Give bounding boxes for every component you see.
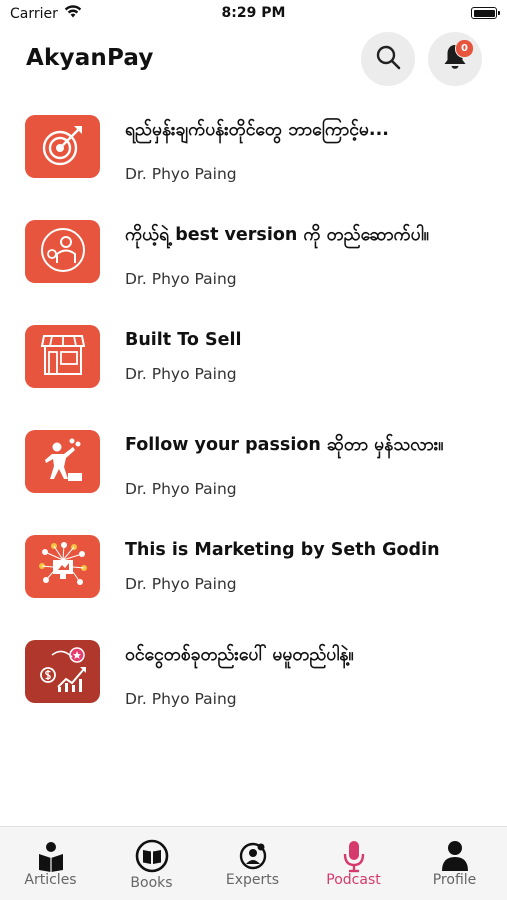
- podcast-title: ရည်မှန်းချက်ပန်းတိုင်တွေ ဘာကြောင့်မ...: [125, 120, 389, 140]
- list-item[interactable]: Built To Sell Dr. Phyo Paing: [0, 310, 507, 400]
- status-time: 8:29 PM: [221, 5, 286, 21]
- list-item[interactable]: ရည်မှန်းချက်ပန်းတိုင်တွေ ဘာကြောင့်မ... D…: [0, 100, 507, 190]
- book-icon: [101, 839, 202, 873]
- podcast-title: Follow your passion ဆိုတာ မှန်သလား။: [125, 435, 444, 455]
- tab-label: Podcast: [326, 872, 381, 888]
- tab-articles[interactable]: Articles: [0, 827, 101, 900]
- tab-label: Books: [130, 875, 173, 891]
- battery-icon: [471, 7, 500, 19]
- podcast-thumbnail: [25, 325, 100, 388]
- podcast-thumbnail: [25, 430, 100, 493]
- podcast-thumbnail: [25, 220, 100, 283]
- podcast-thumbnail: [25, 535, 100, 598]
- search-icon: [375, 44, 401, 74]
- list-item[interactable]: This is Marketing by Seth Godin Dr. Phyo…: [0, 520, 507, 610]
- podcast-author: Dr. Phyo Paing: [125, 690, 237, 708]
- person-icon: [404, 839, 505, 873]
- podcast-title: ကိုယ့်ရဲ့ best version ကို တည်ဆောက်ပါ။: [125, 225, 429, 245]
- list-item[interactable]: Follow your passion ဆိုတာ မှန်သလား။ Dr. …: [0, 415, 507, 505]
- tab-profile[interactable]: Profile: [404, 827, 505, 900]
- podcast-author: Dr. Phyo Paing: [125, 270, 237, 288]
- podcast-title: This is Marketing by Seth Godin: [125, 540, 440, 560]
- search-button[interactable]: [361, 32, 415, 86]
- podcast-author: Dr. Phyo Paing: [125, 165, 237, 183]
- podcast-author: Dr. Phyo Paing: [125, 575, 237, 593]
- expert-icon: [202, 839, 303, 873]
- podcast-author: Dr. Phyo Paing: [125, 365, 237, 383]
- tab-bar: Articles Books Experts Podcast Profile: [0, 826, 507, 900]
- tab-podcast[interactable]: Podcast: [303, 827, 404, 900]
- podcast-author: Dr. Phyo Paing: [125, 480, 237, 498]
- tab-books[interactable]: Books: [101, 827, 202, 900]
- podcast-thumbnail: [25, 640, 100, 703]
- notification-badge: 0: [455, 39, 474, 58]
- podcast-thumbnail: [25, 115, 100, 178]
- marketing-network-icon: [36, 540, 90, 594]
- tab-label: Profile: [432, 872, 477, 888]
- list-item[interactable]: ဝင်ငွေတစ်ခုတည်းပေါ် မမူတည်ပါနဲ့။ Dr. Phy…: [0, 625, 507, 715]
- podcast-screen: Carrier 8:29 PM AkyanPay 0 ရည်မှန်းချက်ပ…: [0, 0, 507, 900]
- tab-label: Experts: [225, 872, 280, 888]
- app-header: AkyanPay 0: [0, 30, 507, 90]
- microphone-icon: [303, 839, 404, 873]
- notifications-button[interactable]: 0: [428, 32, 482, 86]
- tab-experts[interactable]: Experts: [202, 827, 303, 900]
- target-icon: [38, 120, 88, 174]
- podcast-title: Built To Sell: [125, 330, 242, 350]
- income-growth-icon: [36, 645, 90, 699]
- reader-icon: [0, 839, 101, 873]
- storefront-icon: [38, 330, 88, 384]
- status-bar: Carrier 8:29 PM: [0, 0, 507, 30]
- person-juggling-icon: [38, 435, 88, 489]
- tab-label: Articles: [24, 872, 77, 888]
- list-item[interactable]: ကိုယ့်ရဲ့ best version ကို တည်ဆောက်ပါ။ D…: [0, 205, 507, 295]
- podcast-title: ဝင်ငွေတစ်ခုတည်းပေါ် မမူတည်ပါနဲ့။: [125, 645, 354, 665]
- businessman-icon: [38, 225, 88, 279]
- app-title: AkyanPay: [26, 45, 154, 71]
